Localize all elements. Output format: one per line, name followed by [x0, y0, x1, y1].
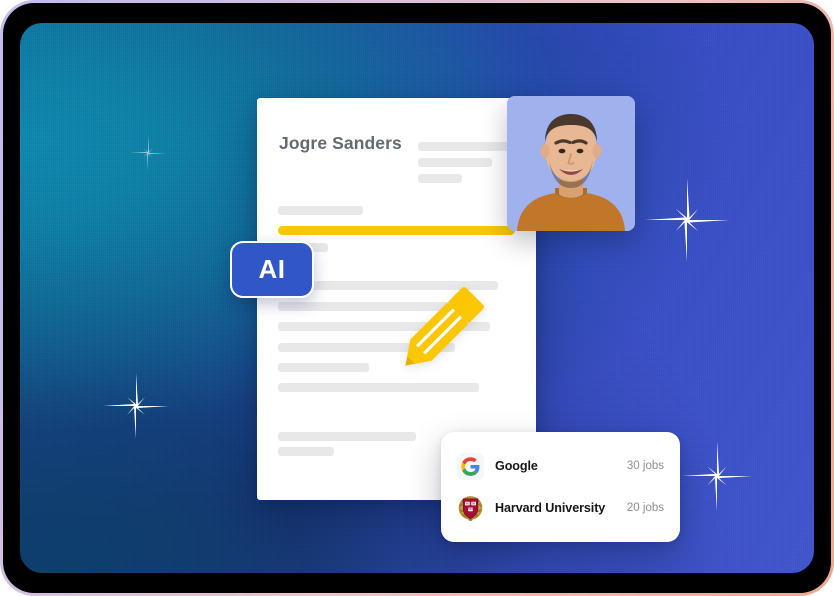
- resume-placeholder-line: [278, 363, 369, 372]
- device-frame: Jogre Sanders AI Google 30 jobs VE RI TA…: [0, 0, 834, 596]
- resume-placeholder-line: [278, 206, 363, 215]
- job-name: Harvard University: [495, 501, 606, 515]
- job-name: Google: [495, 459, 538, 473]
- job-row-harvard[interactable]: VE RI TAS Harvard University 20 jobs: [457, 491, 664, 525]
- resume-placeholder-line: [278, 322, 490, 331]
- harvard-crest-icon: VE RI TAS: [457, 495, 484, 522]
- resume-placeholder-line: [418, 158, 492, 167]
- job-row-google[interactable]: Google 30 jobs: [457, 449, 664, 483]
- ai-badge-label: AI: [258, 254, 286, 284]
- resume-candidate-name: Jogre Sanders: [279, 133, 402, 153]
- resume-placeholder-line: [418, 142, 512, 151]
- sparkle-icon: [130, 135, 166, 171]
- resume-placeholder-line: [278, 383, 479, 392]
- jobs-card[interactable]: Google 30 jobs VE RI TAS Harvard Univers…: [441, 432, 680, 542]
- resume-placeholder-line: [278, 302, 465, 311]
- job-count: 20 jobs: [626, 502, 664, 514]
- sparkle-icon: [645, 178, 729, 262]
- sparkle-icon: [682, 441, 752, 511]
- portrait-photo: [507, 96, 635, 231]
- svg-text:RI: RI: [472, 502, 475, 505]
- svg-text:VE: VE: [466, 502, 470, 505]
- resume-placeholder-line: [278, 432, 416, 441]
- resume-placeholder-line: [278, 343, 455, 352]
- resume-highlight-bar: [278, 226, 515, 235]
- google-logo-icon: [457, 452, 484, 480]
- svg-text:TAS: TAS: [468, 508, 473, 511]
- ai-badge[interactable]: AI: [230, 241, 314, 298]
- resume-placeholder-line: [418, 174, 462, 183]
- screen-canvas: Jogre Sanders AI Google 30 jobs VE RI TA…: [20, 23, 814, 573]
- job-count: 30 jobs: [626, 460, 664, 472]
- resume-placeholder-line: [278, 447, 334, 456]
- sparkle-icon: [103, 373, 169, 439]
